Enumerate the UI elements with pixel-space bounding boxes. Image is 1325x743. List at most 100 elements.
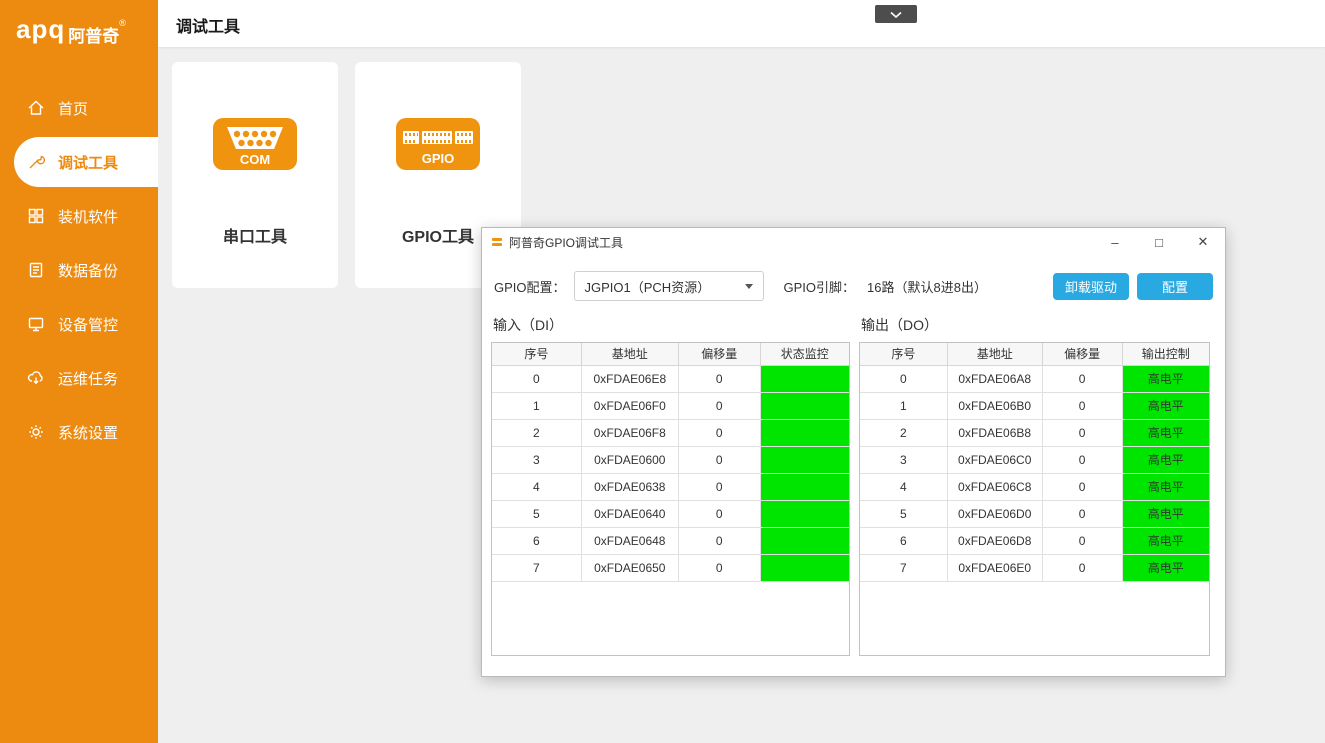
logo-cn-text: 阿普奇 bbox=[68, 22, 119, 47]
row-index: 2 bbox=[492, 419, 581, 446]
topbar: 调试工具 bbox=[158, 0, 1325, 47]
offset-cell: 0 bbox=[678, 554, 760, 581]
gpio-debug-dialog: 阿普奇GPIO调试工具 – □ ✕ GPIO配置： JGPIO1（PCH资源） … bbox=[481, 227, 1226, 677]
offset-cell: 0 bbox=[1042, 392, 1122, 419]
output-control-cell[interactable]: 高电平 bbox=[1122, 446, 1209, 473]
base-address-cell: 0xFDAE06B0 bbox=[947, 392, 1042, 419]
row-index: 7 bbox=[492, 554, 581, 581]
sidebar-item-device-control[interactable]: 设备管控 bbox=[14, 299, 158, 349]
cloud-download-icon bbox=[26, 368, 46, 388]
offset-cell: 0 bbox=[1042, 419, 1122, 446]
offset-cell: 0 bbox=[1042, 527, 1122, 554]
column-header: 序号 bbox=[492, 343, 581, 365]
minimize-button[interactable]: – bbox=[1093, 228, 1137, 256]
grid-icon bbox=[26, 206, 46, 226]
page-title: 调试工具 bbox=[176, 13, 240, 37]
gpio-config-label: GPIO配置： bbox=[494, 277, 566, 296]
row-index: 7 bbox=[860, 554, 947, 581]
table-row: 10xFDAE06F00 bbox=[492, 392, 849, 419]
base-address-cell: 0xFDAE0600 bbox=[581, 446, 678, 473]
svg-text:GPIO: GPIO bbox=[422, 151, 455, 166]
output-control-cell[interactable]: 高电平 bbox=[1122, 392, 1209, 419]
base-address-cell: 0xFDAE06F0 bbox=[581, 392, 678, 419]
sidebar-nav: 首页 调试工具 装机软件 数据备份 bbox=[0, 83, 158, 457]
output-control-cell[interactable]: 高电平 bbox=[1122, 473, 1209, 500]
com-port-icon: COM bbox=[213, 118, 297, 175]
base-address-cell: 0xFDAE06C8 bbox=[947, 473, 1042, 500]
maximize-button[interactable]: □ bbox=[1137, 228, 1181, 256]
svg-text:COM: COM bbox=[240, 152, 270, 167]
table-row: 30xFDAE06C00高电平 bbox=[860, 446, 1209, 473]
gpio-pins-value: 16路（默认8进8出） bbox=[867, 277, 987, 296]
status-monitor-cell bbox=[760, 446, 849, 473]
output-control-cell[interactable]: 高电平 bbox=[1122, 554, 1209, 581]
output-control-cell[interactable]: 高电平 bbox=[1122, 527, 1209, 554]
unload-driver-button[interactable]: 卸载驱动 bbox=[1053, 273, 1129, 300]
base-address-cell: 0xFDAE0648 bbox=[581, 527, 678, 554]
output-table: 序号基地址偏移量输出控制 00xFDAE06A80高电平10xFDAE06B00… bbox=[860, 343, 1209, 582]
collapse-chevron-button[interactable] bbox=[875, 5, 917, 23]
sidebar-item-install-software[interactable]: 装机软件 bbox=[14, 191, 158, 241]
base-address-cell: 0xFDAE06E0 bbox=[947, 554, 1042, 581]
card-label: 串口工具 bbox=[223, 223, 287, 247]
table-row: 20xFDAE06B80高电平 bbox=[860, 419, 1209, 446]
status-monitor-cell bbox=[760, 554, 849, 581]
status-monitor-cell bbox=[760, 392, 849, 419]
close-button[interactable]: ✕ bbox=[1181, 228, 1225, 256]
base-address-cell: 0xFDAE06D8 bbox=[947, 527, 1042, 554]
offset-cell: 0 bbox=[678, 365, 760, 392]
offset-cell: 0 bbox=[678, 392, 760, 419]
sidebar-item-ops-tasks[interactable]: 运维任务 bbox=[14, 353, 158, 403]
dialog-tables: 输入（DI） 序号基地址偏移量状态监控 00xFDAE06E80 10xFDAE… bbox=[482, 315, 1225, 656]
row-index: 0 bbox=[492, 365, 581, 392]
output-do-section: 输出（DO） 序号基地址偏移量输出控制 00xFDAE06A80高电平10xFD… bbox=[859, 315, 1210, 656]
table-row: 50xFDAE06400 bbox=[492, 500, 849, 527]
row-index: 1 bbox=[860, 392, 947, 419]
dialog-buttons: 卸载驱动 配置 bbox=[1053, 273, 1213, 300]
base-address-cell: 0xFDAE0640 bbox=[581, 500, 678, 527]
sidebar-item-label: 运维任务 bbox=[58, 368, 118, 389]
status-monitor-cell bbox=[760, 419, 849, 446]
column-header: 输出控制 bbox=[1122, 343, 1209, 365]
app-logo-icon bbox=[492, 238, 502, 246]
configure-button[interactable]: 配置 bbox=[1137, 273, 1213, 300]
serial-tool-card[interactable]: COM 串口工具 bbox=[172, 62, 338, 288]
sidebar-item-system-settings[interactable]: 系统设置 bbox=[14, 407, 158, 457]
base-address-cell: 0xFDAE0638 bbox=[581, 473, 678, 500]
sidebar-item-debug-tools[interactable]: 调试工具 bbox=[14, 137, 158, 187]
output-table-container: 序号基地址偏移量输出控制 00xFDAE06A80高电平10xFDAE06B00… bbox=[859, 342, 1210, 656]
status-monitor-cell bbox=[760, 500, 849, 527]
sidebar-item-home[interactable]: 首页 bbox=[14, 83, 158, 133]
output-control-cell[interactable]: 高电平 bbox=[1122, 419, 1209, 446]
dialog-titlebar[interactable]: 阿普奇GPIO调试工具 – □ ✕ bbox=[482, 228, 1225, 256]
offset-cell: 0 bbox=[678, 473, 760, 500]
gpio-config-selected-value: JGPIO1（PCH资源） bbox=[585, 277, 711, 296]
dialog-title: 阿普奇GPIO调试工具 bbox=[509, 234, 623, 251]
base-address-cell: 0xFDAE06F8 bbox=[581, 419, 678, 446]
table-row: 50xFDAE06D00高电平 bbox=[860, 500, 1209, 527]
row-index: 3 bbox=[492, 446, 581, 473]
table-row: 00xFDAE06A80高电平 bbox=[860, 365, 1209, 392]
output-control-cell[interactable]: 高电平 bbox=[1122, 365, 1209, 392]
output-control-cell[interactable]: 高电平 bbox=[1122, 500, 1209, 527]
row-index: 5 bbox=[860, 500, 947, 527]
gpio-config-select[interactable]: JGPIO1（PCH资源） bbox=[574, 271, 764, 301]
table-row: 30xFDAE06000 bbox=[492, 446, 849, 473]
gpio-icon: GPIO bbox=[396, 118, 480, 175]
table-row: 60xFDAE06D80高电平 bbox=[860, 527, 1209, 554]
app-window: apq 阿普奇 ® 首页 调试工具 装机软件 bbox=[0, 0, 1325, 743]
column-header: 基地址 bbox=[947, 343, 1042, 365]
document-icon bbox=[26, 260, 46, 280]
select-arrow-icon bbox=[745, 284, 753, 289]
row-index: 4 bbox=[492, 473, 581, 500]
offset-cell: 0 bbox=[678, 527, 760, 554]
table-row: 20xFDAE06F80 bbox=[492, 419, 849, 446]
offset-cell: 0 bbox=[678, 500, 760, 527]
dialog-config-row: GPIO配置： JGPIO1（PCH资源） GPIO引脚： 16路（默认8进8出… bbox=[494, 271, 1213, 301]
sidebar-item-data-backup[interactable]: 数据备份 bbox=[14, 245, 158, 295]
input-table: 序号基地址偏移量状态监控 00xFDAE06E80 10xFDAE06F00 2… bbox=[492, 343, 849, 582]
row-index: 0 bbox=[860, 365, 947, 392]
sidebar-item-label: 首页 bbox=[58, 98, 88, 119]
offset-cell: 0 bbox=[678, 446, 760, 473]
offset-cell: 0 bbox=[1042, 473, 1122, 500]
